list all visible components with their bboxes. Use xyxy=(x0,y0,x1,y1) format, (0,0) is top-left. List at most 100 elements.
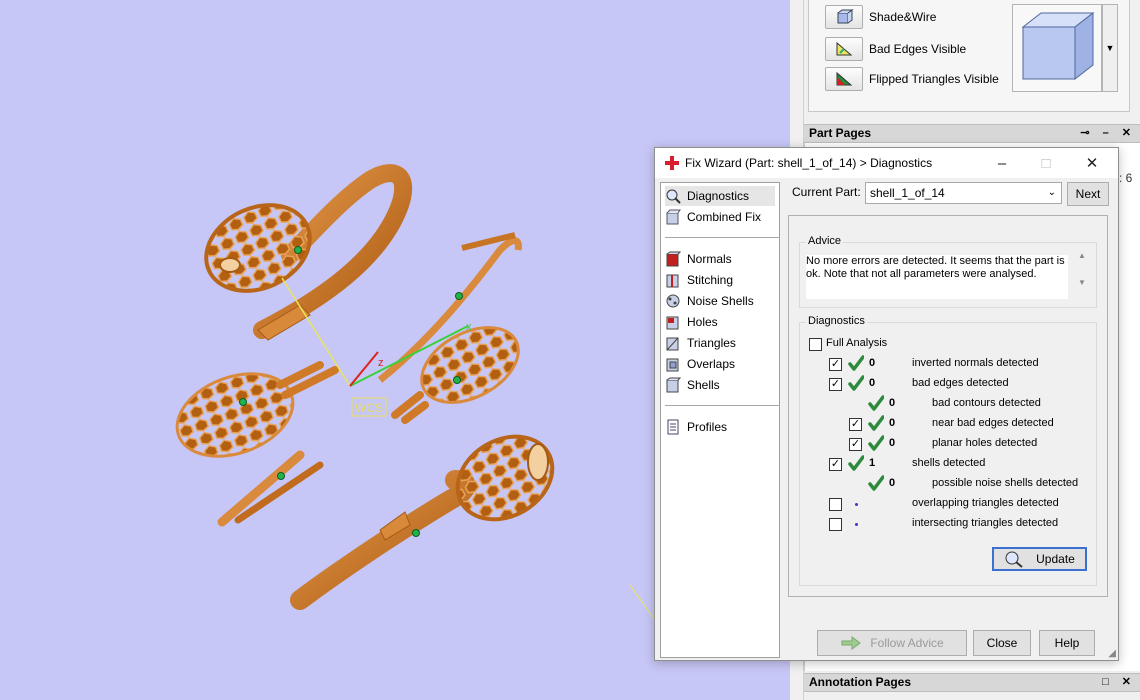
view-option-label: Flipped Triangles Visible xyxy=(869,72,999,86)
diagnostic-count: 0 xyxy=(869,377,876,389)
next-button[interactable]: Next xyxy=(1067,182,1109,206)
diagnostic-checkbox[interactable]: ✓ xyxy=(829,458,842,471)
shade-wire-icon[interactable] xyxy=(825,5,863,29)
current-part-select[interactable]: shell_1_of_14 ⌄ xyxy=(865,182,1062,204)
nav-item-label: Shells xyxy=(687,378,720,392)
normals-icon xyxy=(666,251,681,267)
left-lattice-part xyxy=(175,361,339,458)
diagnostic-text: bad edges detected xyxy=(912,377,1009,389)
advice-group: Advice No more errors are detected. It s… xyxy=(799,235,1097,308)
help-button[interactable]: Help xyxy=(1039,630,1095,656)
resize-grip-icon[interactable]: ◢ xyxy=(1108,648,1116,659)
view-option-label: Shade&Wire xyxy=(869,10,937,24)
view-option-row[interactable]: Shade&Wire xyxy=(825,4,936,30)
diagnostic-text: planar holes detected xyxy=(932,437,1038,449)
flipped-triangles-icon[interactable] xyxy=(825,67,863,91)
nav-separator xyxy=(665,237,779,238)
part-pages-title: Part Pages xyxy=(809,126,872,140)
diagnostic-row: ✓ 1 shells detected xyxy=(800,455,1100,473)
nav-item-diagnostics[interactable]: Diagnostics xyxy=(665,186,775,206)
nav-separator xyxy=(665,405,779,406)
z-axis xyxy=(349,351,379,387)
arrow-right-icon xyxy=(841,636,862,650)
diagnostic-text: bad contours detected xyxy=(932,397,1041,409)
diagnostics-panel: Advice No more errors are detected. It s… xyxy=(788,215,1108,597)
check-icon xyxy=(848,375,864,391)
dialog-titlebar[interactable]: Fix Wizard (Part: shell_1_of_14) > Diagn… xyxy=(655,148,1118,178)
diagnostic-text: inverted normals detected xyxy=(912,357,1039,369)
chevron-down-icon[interactable]: ▼ xyxy=(1102,4,1118,92)
full-analysis-checkbox[interactable] xyxy=(809,338,822,351)
update-button[interactable]: Update xyxy=(992,547,1087,571)
part-pages-header: Part Pages ⊸ – ✕ xyxy=(804,124,1140,143)
pending-dot-icon xyxy=(855,523,858,526)
update-label: Update xyxy=(1036,552,1075,566)
diagnostic-checkbox[interactable]: ✓ xyxy=(829,358,842,371)
diagnostic-count: 0 xyxy=(889,437,896,449)
current-part-label: Current Part: xyxy=(792,185,861,199)
diagnostic-row: ✓ 0 bad edges detected xyxy=(800,375,1100,393)
pane-controls[interactable]: □ ✕ xyxy=(1102,674,1136,691)
nav-item-label: Stitching xyxy=(687,273,734,287)
nav-item-normals[interactable]: Normals xyxy=(665,249,775,269)
diagnostic-row: 0 bad contours detected xyxy=(800,395,1100,413)
check-icon xyxy=(868,435,884,451)
diagnostics-group: Diagnostics Full Analysis ✓ 0 inverted nor… xyxy=(799,315,1100,586)
nav-item-label: Holes xyxy=(687,315,718,329)
chevron-down-icon: ⌄ xyxy=(1047,187,1056,198)
diagnostic-checkbox[interactable] xyxy=(829,498,842,511)
nav-item-stitching[interactable]: Stitching xyxy=(665,270,775,290)
nav-item-overlaps[interactable]: Overlaps xyxy=(665,354,775,374)
view-option-row[interactable]: Bad Edges Visible xyxy=(825,36,966,62)
follow-advice-button[interactable]: Follow Advice xyxy=(817,630,967,656)
pending-dot-icon xyxy=(855,503,858,506)
full-analysis-label: Full Analysis xyxy=(826,337,888,349)
diagnostic-row: overlapping triangles detected xyxy=(800,495,1100,513)
advice-title: Advice xyxy=(806,235,844,247)
check-icon xyxy=(868,475,884,491)
view-option-label: Bad Edges Visible xyxy=(869,42,967,56)
nav-item-combined-fix[interactable]: Combined Fix xyxy=(665,207,775,227)
diagnostic-count: 0 xyxy=(889,477,896,489)
view-options-box: Shade&Wire Bad Edges Visible Flipped Tri… xyxy=(808,0,1130,112)
upper-ring-part xyxy=(204,164,413,341)
close-icon[interactable]: ✕ xyxy=(1069,148,1115,178)
nav-item-triangles[interactable]: Triangles xyxy=(665,333,775,353)
nav-item-noise-shells[interactable]: Noise Shells xyxy=(665,291,775,311)
nav-item-holes[interactable]: Holes xyxy=(665,312,775,332)
advice-scrollbar[interactable]: ▲ ▼ xyxy=(1074,251,1090,299)
check-icon xyxy=(868,415,884,431)
nav-item-shells[interactable]: Shells xyxy=(665,375,775,395)
combined-fix-icon xyxy=(666,209,681,225)
diagnostic-text: near bad edges detected xyxy=(932,417,1054,429)
current-part-value: shell_1_of_14 xyxy=(870,186,945,200)
check-icon xyxy=(848,355,864,371)
diagnostic-checkbox[interactable]: ✓ xyxy=(849,438,862,451)
diagnostic-count: 1 xyxy=(869,457,876,469)
pane-controls[interactable]: ⊸ – ✕ xyxy=(1080,125,1136,142)
diagnostic-row: intersecting triangles detected xyxy=(800,515,1100,533)
magnifier-icon xyxy=(666,189,681,204)
diagnostic-checkbox[interactable] xyxy=(829,518,842,531)
overlaps-icon xyxy=(666,358,679,372)
close-button[interactable]: Close xyxy=(973,630,1031,656)
view-cube[interactable] xyxy=(1012,4,1102,92)
diagnostic-text: possible noise shells detected xyxy=(932,477,1079,489)
minimize-icon[interactable]: – xyxy=(979,148,1025,178)
diagnostic-row: ✓ 0 planar holes detected xyxy=(800,435,1100,453)
follow-advice-label: Follow Advice xyxy=(870,636,944,650)
maximize-icon[interactable]: □ xyxy=(1023,148,1069,178)
lower-ring-part xyxy=(290,434,555,610)
view-option-row[interactable]: Flipped Triangles Visible xyxy=(825,66,999,92)
diagnostic-count: 0 xyxy=(869,357,876,369)
bad-edges-icon[interactable] xyxy=(825,37,863,61)
diagnostics-title: Diagnostics xyxy=(806,315,867,327)
nav-item-profiles[interactable]: Profiles xyxy=(665,417,775,437)
diagnostic-checkbox[interactable]: ✓ xyxy=(829,378,842,391)
axis-z-label: z xyxy=(378,357,384,369)
magnifier-icon xyxy=(1005,551,1023,568)
nav-item-label: Noise Shells xyxy=(687,294,754,308)
diagnostic-checkbox[interactable]: ✓ xyxy=(849,418,862,431)
shells-icon xyxy=(666,377,681,393)
full-analysis-row[interactable]: Full Analysis xyxy=(800,335,1100,353)
